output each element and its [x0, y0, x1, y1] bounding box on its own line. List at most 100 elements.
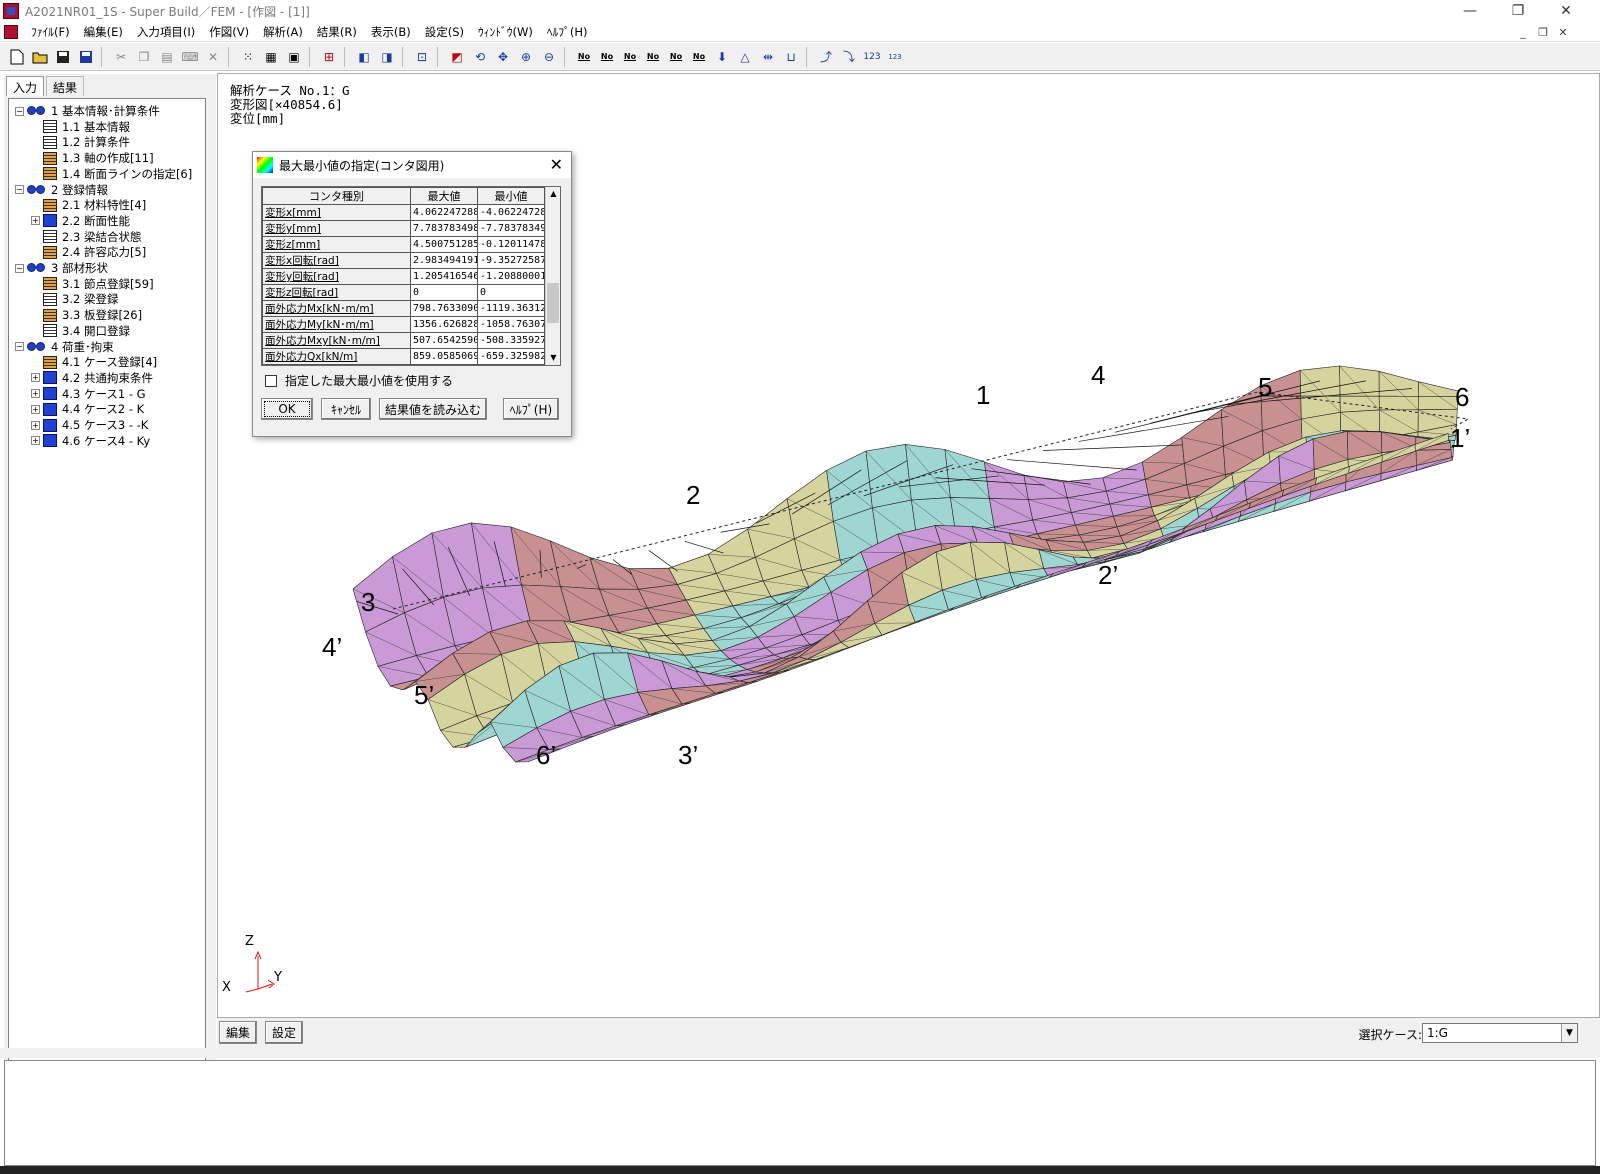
tree-node[interactable]: 3.2 梁登録 — [31, 291, 118, 307]
grid-row[interactable]: 変形z回転[rad] 0 0 — [262, 284, 545, 301]
new-file-icon[interactable] — [6, 46, 28, 68]
chevron-down-icon[interactable]: ▼ — [1561, 1024, 1577, 1042]
tree-node[interactable]: +2.2 断面性能 — [31, 213, 130, 229]
tree-node[interactable]: − 4 荷重･拘束 — [15, 339, 114, 355]
tree-node[interactable]: +4.4 ケース2 - K — [31, 401, 144, 417]
section-number-icon[interactable]: No — [688, 46, 710, 68]
row-min-value[interactable]: -0.1201147858 — [477, 236, 545, 253]
close-button[interactable]: ✕ — [1544, 0, 1588, 22]
grid-small-icon[interactable]: ⁙ — [237, 46, 259, 68]
grid-row[interactable]: 変形y回転[rad]1.2054165469-1.2088000184 — [262, 268, 545, 285]
menu-input[interactable]: 入力項目(I) — [130, 24, 202, 40]
menu-view[interactable]: 表示(B) — [364, 24, 418, 40]
tab-input[interactable]: 入力 — [6, 76, 45, 96]
row-max-value[interactable]: 1.2054165469 — [410, 268, 478, 285]
delete-icon[interactable]: ✕ — [202, 46, 224, 68]
row-max-value[interactable]: 4.0622472885 — [410, 204, 478, 221]
restore-button[interactable]: ❐ — [1496, 0, 1540, 22]
expand-icon[interactable]: + — [31, 216, 40, 226]
vertical-splitter[interactable] — [210, 74, 216, 1066]
row-max-value[interactable]: 7.7837834986 — [410, 220, 478, 237]
cancel-button[interactable]: ｷｬﾝｾﾙ — [321, 398, 371, 420]
row-max-value[interactable]: 727.70060744 — [410, 364, 478, 365]
grid-row[interactable]: 面外応力Qy[kN/m]727.70060744-628.36054561 — [262, 364, 545, 365]
menu-settings[interactable]: 設定(S) — [418, 24, 471, 40]
deform-step-icon[interactable]: ⤵ — [838, 46, 860, 68]
checkbox-box[interactable] — [265, 374, 277, 387]
scroll-up-icon[interactable]: ▲ — [546, 187, 560, 201]
grid-row[interactable]: 面外応力Mxy[kN･m/m]507.65425907-508.33592735 — [262, 332, 545, 349]
grid-row[interactable]: 面外応力Qx[kN/m]859.05850696-659.32598261 — [262, 348, 545, 365]
row-max-value[interactable]: 859.05850696 — [410, 348, 478, 365]
paste-icon[interactable]: ▤ — [156, 46, 178, 68]
beam-number-icon[interactable]: No — [596, 46, 618, 68]
grid-row[interactable]: 面外応力My[kN･m/m]1356.6268283-1058.7630732 — [262, 316, 545, 333]
menu-edit[interactable]: 編集(E) — [77, 24, 130, 40]
scroll-thumb[interactable] — [547, 283, 559, 323]
row-min-value[interactable]: -9.3527258714 — [477, 252, 545, 269]
edit-button[interactable]: 編集 — [219, 1021, 257, 1044]
row-max-value[interactable]: 507.65425907 — [410, 332, 478, 349]
case-select[interactable]: 1:G ▼ — [1422, 1023, 1578, 1043]
grid-row[interactable]: 変形y[mm]7.7837834986-7.7837834986 — [262, 220, 545, 237]
save-icon[interactable] — [52, 46, 74, 68]
zoom-out-icon[interactable]: ⊖ — [538, 46, 560, 68]
window-list-icon[interactable]: ▣ — [283, 46, 305, 68]
row-min-value[interactable]: -1.2088000184 — [477, 268, 545, 285]
opening-number-icon[interactable]: No — [642, 46, 664, 68]
mdi-minimize-button[interactable]: _ — [1514, 24, 1532, 40]
tree-node[interactable]: 3.3 板登録[26] — [31, 307, 142, 323]
value-small-icon[interactable]: 123 — [884, 46, 906, 68]
expand-icon[interactable]: + — [31, 420, 40, 430]
open-folder-icon[interactable] — [29, 46, 51, 68]
grid-large-icon[interactable]: ▦ — [260, 46, 282, 68]
rotate-icon[interactable]: ⟲ — [469, 46, 491, 68]
row-max-value[interactable]: 2.9834941914 — [410, 252, 478, 269]
tree-node[interactable]: − 3 部材形状 — [15, 260, 108, 276]
settings-button[interactable]: 設定 — [265, 1021, 303, 1044]
minimize-button[interactable]: — — [1448, 0, 1492, 22]
value-display-icon[interactable]: 123 — [861, 46, 883, 68]
load-arrow-icon[interactable]: ⬇ — [711, 46, 733, 68]
tree-node[interactable]: 2.1 材料特性[4] — [31, 197, 146, 213]
spring-icon[interactable]: ⊔ — [780, 46, 802, 68]
3d-view-icon[interactable]: ◧ — [353, 46, 375, 68]
row-min-value[interactable]: -1119.3631204 — [477, 300, 545, 317]
menu-analysis[interactable]: 解析(A) — [256, 24, 310, 40]
zoom-in-icon[interactable]: ⊕ — [515, 46, 537, 68]
grid-row[interactable]: 変形x回転[rad]2.9834941914-9.3527258714 — [262, 252, 545, 269]
help-button[interactable]: ﾍﾙﾌﾟ(H) — [503, 398, 559, 420]
row-min-value[interactable]: 0 — [477, 284, 545, 301]
expand-icon[interactable]: + — [31, 404, 40, 414]
tree-node[interactable]: 1.2 計算条件 — [31, 134, 130, 150]
tree-node[interactable]: +4.6 ケース4 - Ky — [31, 433, 150, 449]
tree-node[interactable]: 1.1 基本情報 — [31, 119, 130, 135]
tree-node[interactable]: 3.4 開口登録 — [31, 323, 130, 339]
keyboard-icon[interactable]: ⌨ — [179, 46, 201, 68]
output-pane[interactable] — [4, 1060, 1596, 1166]
node-number-icon[interactable]: No — [573, 46, 595, 68]
tree-node[interactable]: 1.4 断面ラインの指定[6] — [31, 166, 192, 182]
tree-node[interactable]: 2.3 梁結合状態 — [31, 229, 141, 245]
use-min-max-checkbox[interactable]: 指定した最大最小値を使用する — [265, 372, 453, 389]
tree-node[interactable]: − 2 登録情報 — [15, 182, 108, 198]
menu-draw[interactable]: 作図(V) — [202, 24, 256, 40]
row-max-value[interactable]: 4.5007512858 — [410, 236, 478, 253]
expand-icon[interactable]: + — [31, 373, 40, 383]
dimension-icon[interactable]: ⇹ — [757, 46, 779, 68]
menu-window[interactable]: ｳｨﾝﾄﾞｳ(W) — [471, 24, 540, 40]
collapse-icon[interactable]: − — [15, 263, 24, 273]
menu-help[interactable]: ﾍﾙﾌﾟ(H) — [540, 24, 595, 40]
mdi-restore-button[interactable]: ❐ — [1534, 24, 1552, 40]
solid-view-icon[interactable]: ◨ — [376, 46, 398, 68]
save-all-icon[interactable] — [75, 46, 97, 68]
select-icon[interactable]: ◩ — [446, 46, 468, 68]
tree-node[interactable]: +4.5 ケース3 - -K — [31, 417, 148, 433]
grid-row[interactable]: 変形x[mm]4.0622472885-4.0622472885 — [262, 204, 545, 221]
load-results-button[interactable]: 結果値を読み込む — [379, 398, 487, 420]
menu-result[interactable]: 結果(R) — [310, 24, 364, 40]
expand-icon[interactable]: + — [31, 389, 40, 399]
cut-icon[interactable]: ✂ — [110, 46, 132, 68]
row-min-value[interactable]: -7.7837834986 — [477, 220, 545, 237]
tree-node[interactable]: 4.1 ケース登録[4] — [31, 354, 157, 370]
